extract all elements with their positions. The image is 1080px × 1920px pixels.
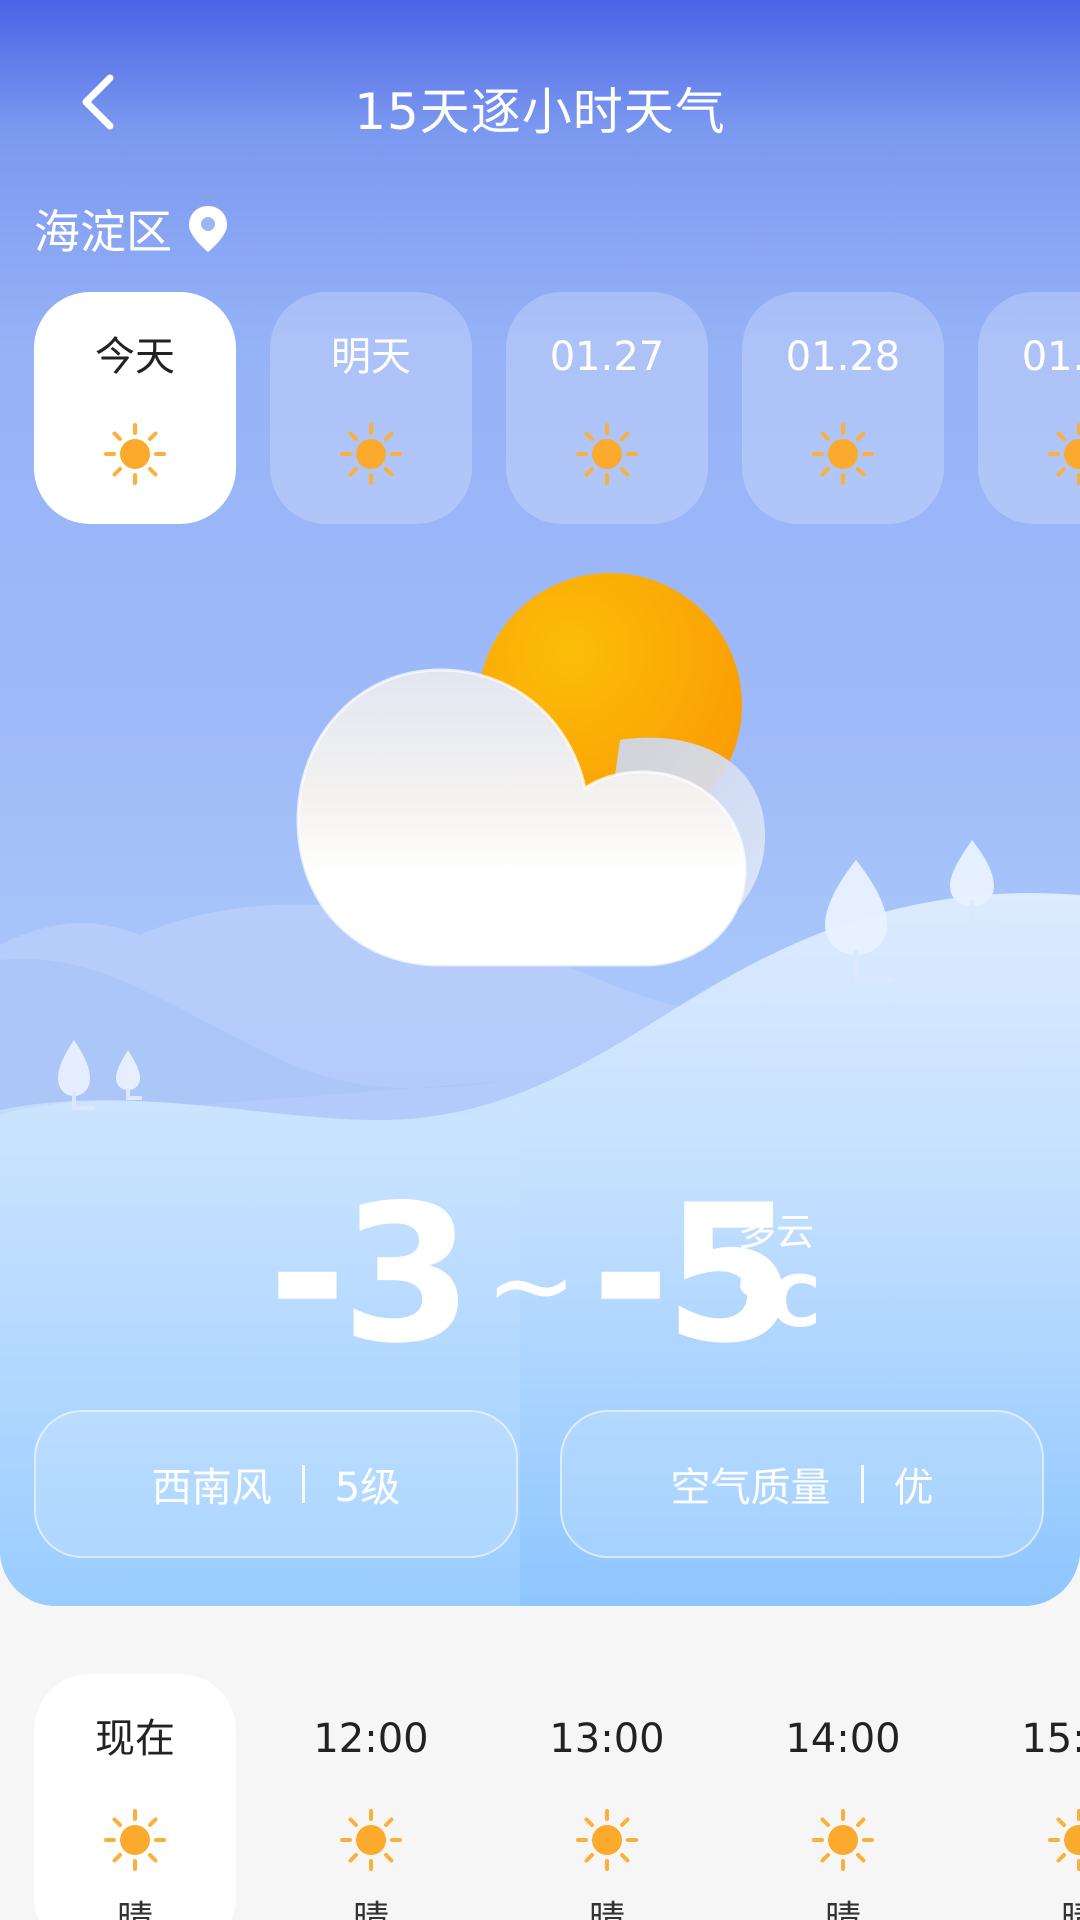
- sun-icon: [811, 1808, 875, 1872]
- hour-card[interactable]: 14:00 晴: [742, 1674, 944, 1920]
- divider: [860, 1465, 864, 1503]
- day-selector: 今天 明天 01.27 01.28 01.29: [34, 292, 1080, 524]
- day-label: 今天: [95, 334, 175, 380]
- sun-icon: [575, 422, 639, 486]
- sun-icon: [811, 422, 875, 486]
- sun-icon: [103, 422, 167, 486]
- hour-condition: 晴: [1060, 1899, 1080, 1920]
- day-card-tomorrow[interactable]: 明天: [270, 292, 472, 524]
- temperature-range: -3 ~-5: [268, 1180, 796, 1370]
- hour-time: 14:00: [785, 1716, 901, 1762]
- weather-condition: 多云: [738, 1210, 815, 1254]
- day-card[interactable]: 01.28: [742, 292, 944, 524]
- day-label: 01.28: [785, 334, 901, 380]
- location-pin-icon: [189, 206, 227, 252]
- location-name: 海淀区: [34, 205, 172, 259]
- air-quality-label: 空气质量: [670, 1465, 831, 1511]
- top-bar: 15天逐小时天气: [0, 40, 1080, 160]
- hour-time: 现在: [95, 1716, 175, 1762]
- hour-condition: 晴: [824, 1899, 861, 1920]
- sun-icon: [339, 1808, 403, 1872]
- sun-icon: [575, 1808, 639, 1872]
- wind-info-pill[interactable]: 西南风 5级: [34, 1410, 518, 1558]
- sun-icon: [1047, 422, 1080, 486]
- day-label: 01.29: [1021, 334, 1080, 380]
- temp-high: -3: [268, 1164, 473, 1385]
- temperature-display: -3 ~-5 多云 °C: [0, 1180, 1080, 1370]
- hourly-forecast: 现在 晴 12:00 晴 13:00 晴 14:00 晴 15:00 晴: [34, 1674, 1080, 1920]
- weather-hero: 15天逐小时天气 海淀区 今天 明天 01.27 01.28 01.29: [0, 0, 1080, 1606]
- hour-card[interactable]: 15:00 晴: [978, 1674, 1080, 1920]
- hour-condition: 晴: [588, 1899, 625, 1920]
- hour-time: 13:00: [549, 1716, 665, 1762]
- page-title: 15天逐小时天气: [354, 83, 726, 141]
- sun-icon: [339, 422, 403, 486]
- hour-time: 15:00: [1021, 1716, 1080, 1762]
- day-label: 明天: [331, 334, 411, 380]
- hour-card-now[interactable]: 现在 晴: [34, 1674, 236, 1920]
- hour-card[interactable]: 12:00 晴: [270, 1674, 472, 1920]
- day-card[interactable]: 01.27: [506, 292, 708, 524]
- hour-condition: 晴: [116, 1899, 153, 1920]
- hour-time: 12:00: [313, 1716, 429, 1762]
- location-selector[interactable]: 海淀区: [34, 196, 230, 262]
- air-quality-pill[interactable]: 空气质量 优: [560, 1410, 1044, 1558]
- air-quality-value: 优: [893, 1465, 934, 1511]
- divider: [301, 1465, 305, 1503]
- day-card[interactable]: 01.29: [978, 292, 1080, 524]
- partly-cloudy-icon: [296, 573, 766, 967]
- wind-level: 5级: [334, 1465, 401, 1511]
- day-card-today[interactable]: 今天: [34, 292, 236, 524]
- day-label: 01.27: [549, 334, 665, 380]
- hour-condition: 晴: [352, 1899, 389, 1920]
- temp-separator: ~: [485, 1221, 578, 1349]
- sun-icon: [103, 1808, 167, 1872]
- hour-card[interactable]: 13:00 晴: [506, 1674, 708, 1920]
- sun-icon: [1047, 1808, 1080, 1872]
- wind-direction: 西南风: [151, 1465, 272, 1511]
- temperature-unit: °C: [734, 1261, 821, 1343]
